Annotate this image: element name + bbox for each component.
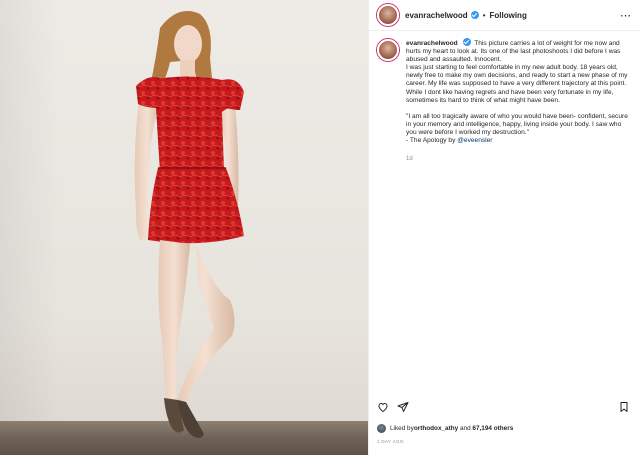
post-header: evanrachelwood • Following ⋯ bbox=[369, 0, 640, 31]
post-side-panel: evanrachelwood • Following ⋯ evanrachelw… bbox=[368, 0, 640, 455]
post-actions bbox=[377, 400, 630, 414]
caption-attribution: - The Apology by bbox=[406, 137, 458, 145]
verified-badge-icon bbox=[470, 11, 479, 19]
caption-verified-badge-icon bbox=[462, 38, 471, 46]
posted-time: 1 DAY AGO bbox=[377, 439, 404, 444]
header-username[interactable]: evanrachelwood bbox=[405, 11, 468, 20]
likes-middle: and bbox=[458, 425, 473, 432]
caption-quote: "I am all too tragically aware of who yo… bbox=[406, 112, 628, 136]
caption-mention-link[interactable]: @eveensler bbox=[457, 137, 492, 144]
caption-text: evanrachelwood This picture carries a lo… bbox=[406, 38, 631, 163]
separator-dot: • bbox=[482, 10, 486, 20]
caption-paragraph-3: While I dont like having regrets and hav… bbox=[406, 88, 614, 104]
likes-summary: Liked by orthodox_athy and 67,194 others bbox=[377, 424, 513, 433]
profile-avatar[interactable] bbox=[377, 4, 399, 26]
caption-avatar[interactable] bbox=[377, 39, 399, 61]
instagram-post: evanrachelwood • Following ⋯ evanrachelw… bbox=[0, 0, 640, 455]
caption-timestamp[interactable]: 1d bbox=[406, 155, 631, 163]
model-figure bbox=[134, 11, 244, 438]
bookmark-icon[interactable] bbox=[618, 401, 630, 413]
ellipsis-icon[interactable]: ⋯ bbox=[620, 9, 632, 22]
caption-paragraph-2: I was just starting to feel comfortable … bbox=[406, 64, 628, 88]
caption-username[interactable]: evanrachelwood bbox=[406, 40, 458, 47]
liker-username[interactable]: orthodox_athy bbox=[414, 425, 458, 432]
liker-avatar bbox=[377, 424, 386, 433]
send-icon[interactable] bbox=[397, 401, 409, 413]
post-photo[interactable] bbox=[0, 0, 368, 455]
heart-icon[interactable] bbox=[377, 401, 389, 413]
likes-prefix: Liked by bbox=[390, 425, 414, 432]
post-caption: evanrachelwood This picture carries a lo… bbox=[377, 38, 633, 163]
following-button[interactable]: Following bbox=[490, 11, 527, 20]
likes-count[interactable]: 67,194 others bbox=[472, 425, 513, 432]
